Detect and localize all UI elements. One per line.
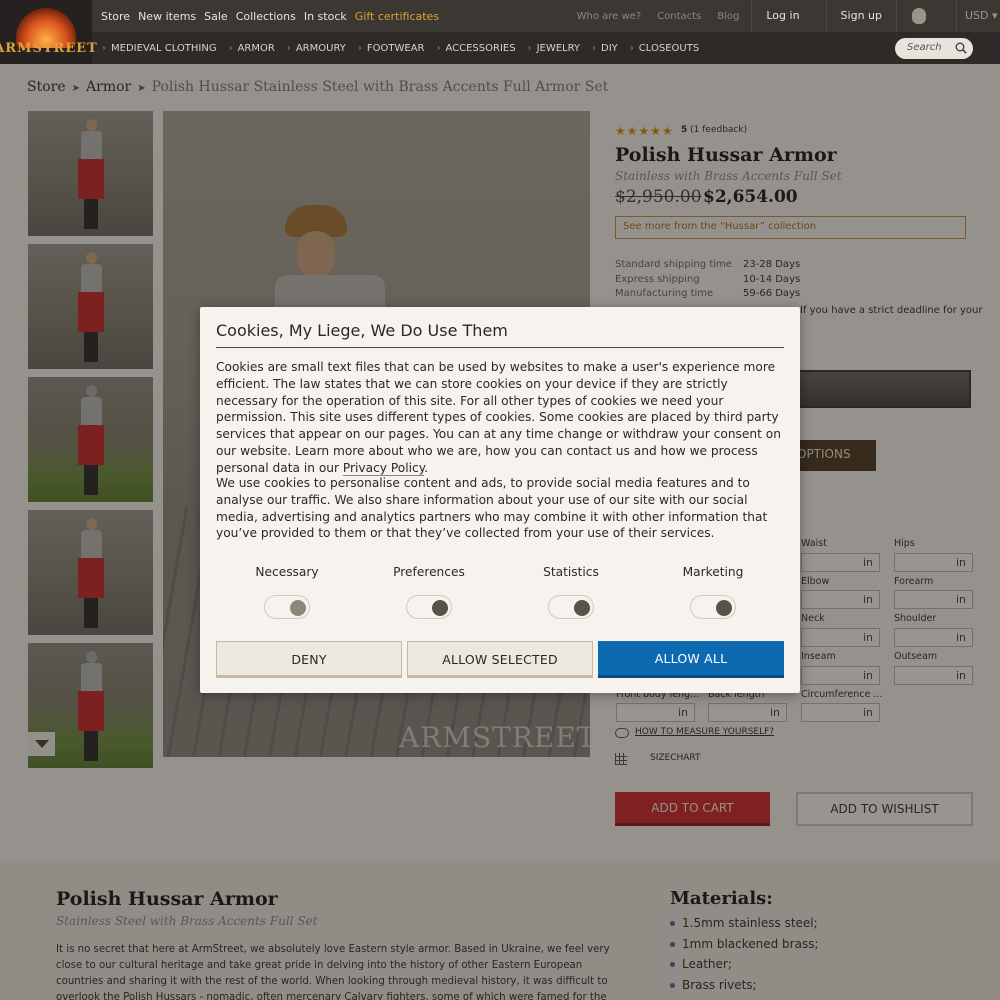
cat-footwear[interactable]: › FOOTWEAR (358, 43, 425, 54)
category-statistics: Statistics (500, 565, 642, 619)
nav-new-items[interactable]: New items (138, 10, 196, 23)
category-necessary: Necessary (216, 565, 358, 619)
login-button[interactable]: Log in (751, 0, 813, 32)
statistics-toggle[interactable] (548, 595, 594, 619)
cat-closeouts[interactable]: › CLOSEOUTS (630, 43, 699, 54)
chevron-right-icon: › (527, 42, 532, 54)
cat-label: JEWELRY (536, 42, 581, 54)
nav-store[interactable]: Store (101, 10, 130, 23)
preferences-toggle[interactable] (406, 595, 452, 619)
cookie-paragraph-2: We use cookies to personalise content an… (216, 476, 768, 541)
chevron-right-icon: › (357, 42, 362, 54)
cat-label: FOOTWEAR (366, 42, 425, 54)
cat-diy[interactable]: › DIY (592, 43, 618, 54)
necessary-toggle (264, 595, 310, 619)
divider (216, 347, 784, 348)
category-label: Preferences (393, 565, 465, 579)
dialog-title: Cookies, My Liege, We Do Use Them (216, 321, 508, 340)
page: Store New items Sale Collections In stoc… (0, 0, 1000, 1000)
cookie-paragraph-1: Cookies are small text files that can be… (216, 359, 786, 477)
nav-sale[interactable]: Sale (204, 10, 228, 23)
cat-accessories[interactable]: › ACCESSORIES (436, 43, 515, 54)
allow-selected-button[interactable]: ALLOW SELECTED (407, 641, 593, 678)
nav-gift-certificates[interactable]: Gift certificates (355, 10, 439, 23)
top-bar: Store New items Sale Collections In stoc… (0, 0, 1000, 32)
search-input[interactable]: Search (895, 38, 973, 59)
cat-armoury[interactable]: › ARMOURY (287, 43, 346, 54)
marketing-toggle[interactable] (690, 595, 736, 619)
chevron-right-icon: › (436, 42, 441, 54)
category-nav: › MEDIEVAL CLOTHING › ARMOR › ARMOURY › FOOT… (102, 32, 711, 64)
signup-button[interactable]: Sign up (825, 0, 896, 32)
logo[interactable]: ARMSTREET (0, 0, 97, 64)
currency-label: USD (965, 9, 989, 22)
currency-select[interactable]: USD ▾ (956, 0, 1000, 32)
allow-all-button[interactable]: ALLOW ALL (598, 641, 784, 678)
toggle-knob (432, 600, 448, 616)
chevron-right-icon: › (228, 42, 233, 54)
nav-who-are-we[interactable]: Who are we? (577, 11, 642, 22)
cat-label: DIY (601, 42, 618, 54)
chevron-down-icon: ▾ (992, 9, 998, 22)
chevron-right-icon: › (592, 42, 597, 54)
cart-button[interactable] (896, 0, 940, 32)
cat-label: ARMOR (237, 42, 275, 54)
logo-text: ARMSTREET (0, 41, 98, 56)
cat-label: MEDIEVAL CLOTHING (111, 42, 217, 54)
nav-in-stock[interactable]: In stock (304, 10, 347, 23)
category-label: Marketing (682, 565, 744, 579)
privacy-policy-link[interactable]: Privacy Policy (342, 460, 425, 476)
chevron-right-icon: › (286, 42, 291, 54)
category-preferences: Preferences (358, 565, 500, 619)
nav-blog[interactable]: Blog (717, 11, 739, 22)
cat-label: CLOSEOUTS (638, 42, 700, 54)
cat-label: ARMOURY (295, 42, 346, 54)
paragraph-end: . (424, 460, 429, 475)
nav-collections[interactable]: Collections (236, 10, 296, 23)
toggle-knob (574, 600, 590, 616)
nav-contacts[interactable]: Contacts (657, 11, 701, 22)
category-label: Statistics (543, 565, 599, 579)
paragraph-text: Cookies are small text files that can be… (216, 360, 781, 475)
search-placeholder: Search (907, 42, 942, 53)
cat-armor[interactable]: › ARMOR (229, 43, 275, 54)
pouch-icon (911, 8, 926, 24)
cat-medieval-clothing[interactable]: › MEDIEVAL CLOTHING (102, 43, 217, 54)
cat-jewelry[interactable]: › JEWELRY (528, 43, 580, 54)
category-bar: › MEDIEVAL CLOTHING › ARMOR › ARMOURY › FOOT… (0, 32, 1000, 64)
category-label: Necessary (255, 565, 319, 579)
chevron-right-icon: › (102, 42, 106, 54)
deny-button[interactable]: DENY (216, 641, 402, 678)
main-nav: Store New items Sale Collections In stoc… (101, 0, 439, 32)
chevron-right-icon: › (629, 42, 634, 54)
toggle-knob (716, 600, 732, 616)
account-nav: Who are we? Contacts Blog Log in Sign up… (561, 0, 1000, 32)
cat-label: ACCESSORIES (445, 42, 516, 54)
category-marketing: Marketing (642, 565, 784, 619)
toggle-knob (290, 600, 306, 616)
cookie-consent-dialog: Cookies, My Liege, We Do Use Them Cookie… (200, 307, 800, 693)
search-icon (955, 42, 967, 54)
